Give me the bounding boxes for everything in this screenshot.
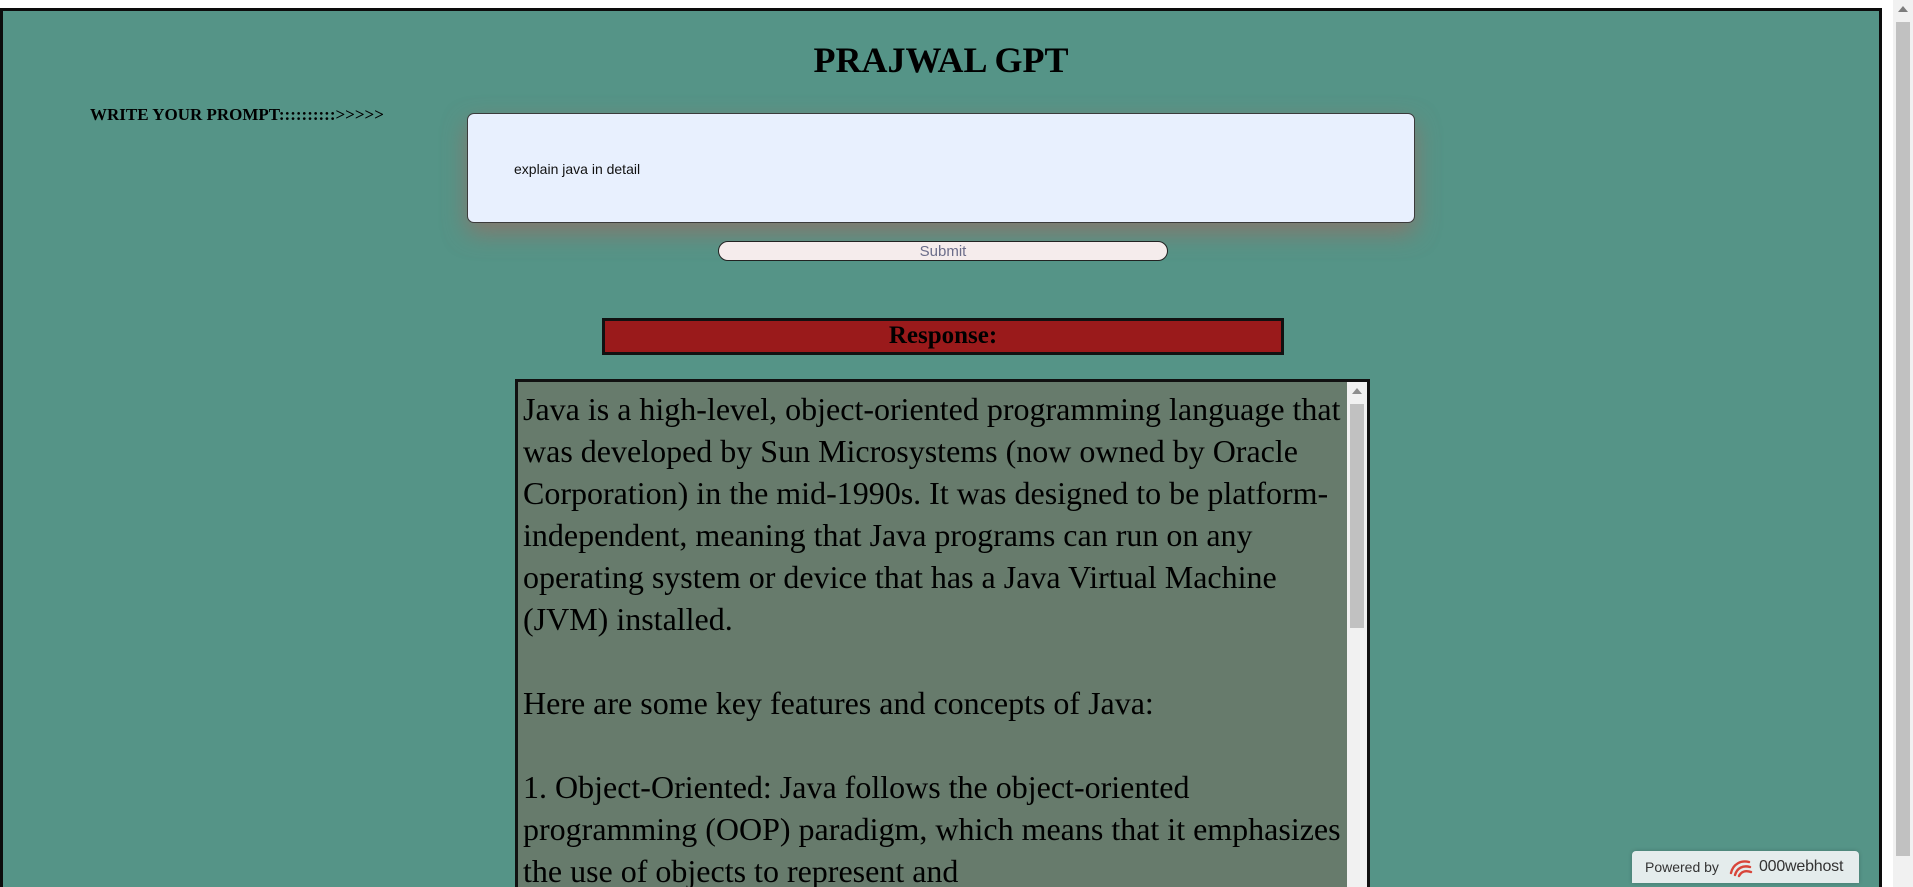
response-text: Java is a high-level, object-oriented pr… [523, 391, 1341, 887]
powered-by-badge[interactable]: Powered by 000webhost [1632, 851, 1859, 883]
page-scrollbar-thumb[interactable] [1896, 22, 1910, 856]
response-heading: Response: [602, 318, 1284, 355]
page-scroll-up-arrow-icon[interactable] [1898, 6, 1908, 12]
prompt-label: WRITE YOUR PROMPT::::::::::>>>>> [90, 105, 384, 124]
response-output[interactable]: Java is a high-level, object-oriented pr… [515, 379, 1370, 887]
response-scrollbar-thumb[interactable] [1350, 404, 1364, 628]
response-scrollbar[interactable] [1347, 382, 1367, 887]
submit-button[interactable]: Submit [718, 241, 1168, 261]
powered-by-label: Powered by [1645, 859, 1719, 875]
brand-name: 000webhost [1758, 858, 1844, 875]
page-scrollbar[interactable] [1893, 0, 1913, 887]
page-title: PRAJWAL GPT [813, 40, 1069, 80]
prompt-input[interactable]: explain java in detail [467, 113, 1415, 223]
scroll-up-arrow-icon[interactable] [1352, 388, 1362, 394]
000webhost-logo-icon [1729, 860, 1753, 878]
